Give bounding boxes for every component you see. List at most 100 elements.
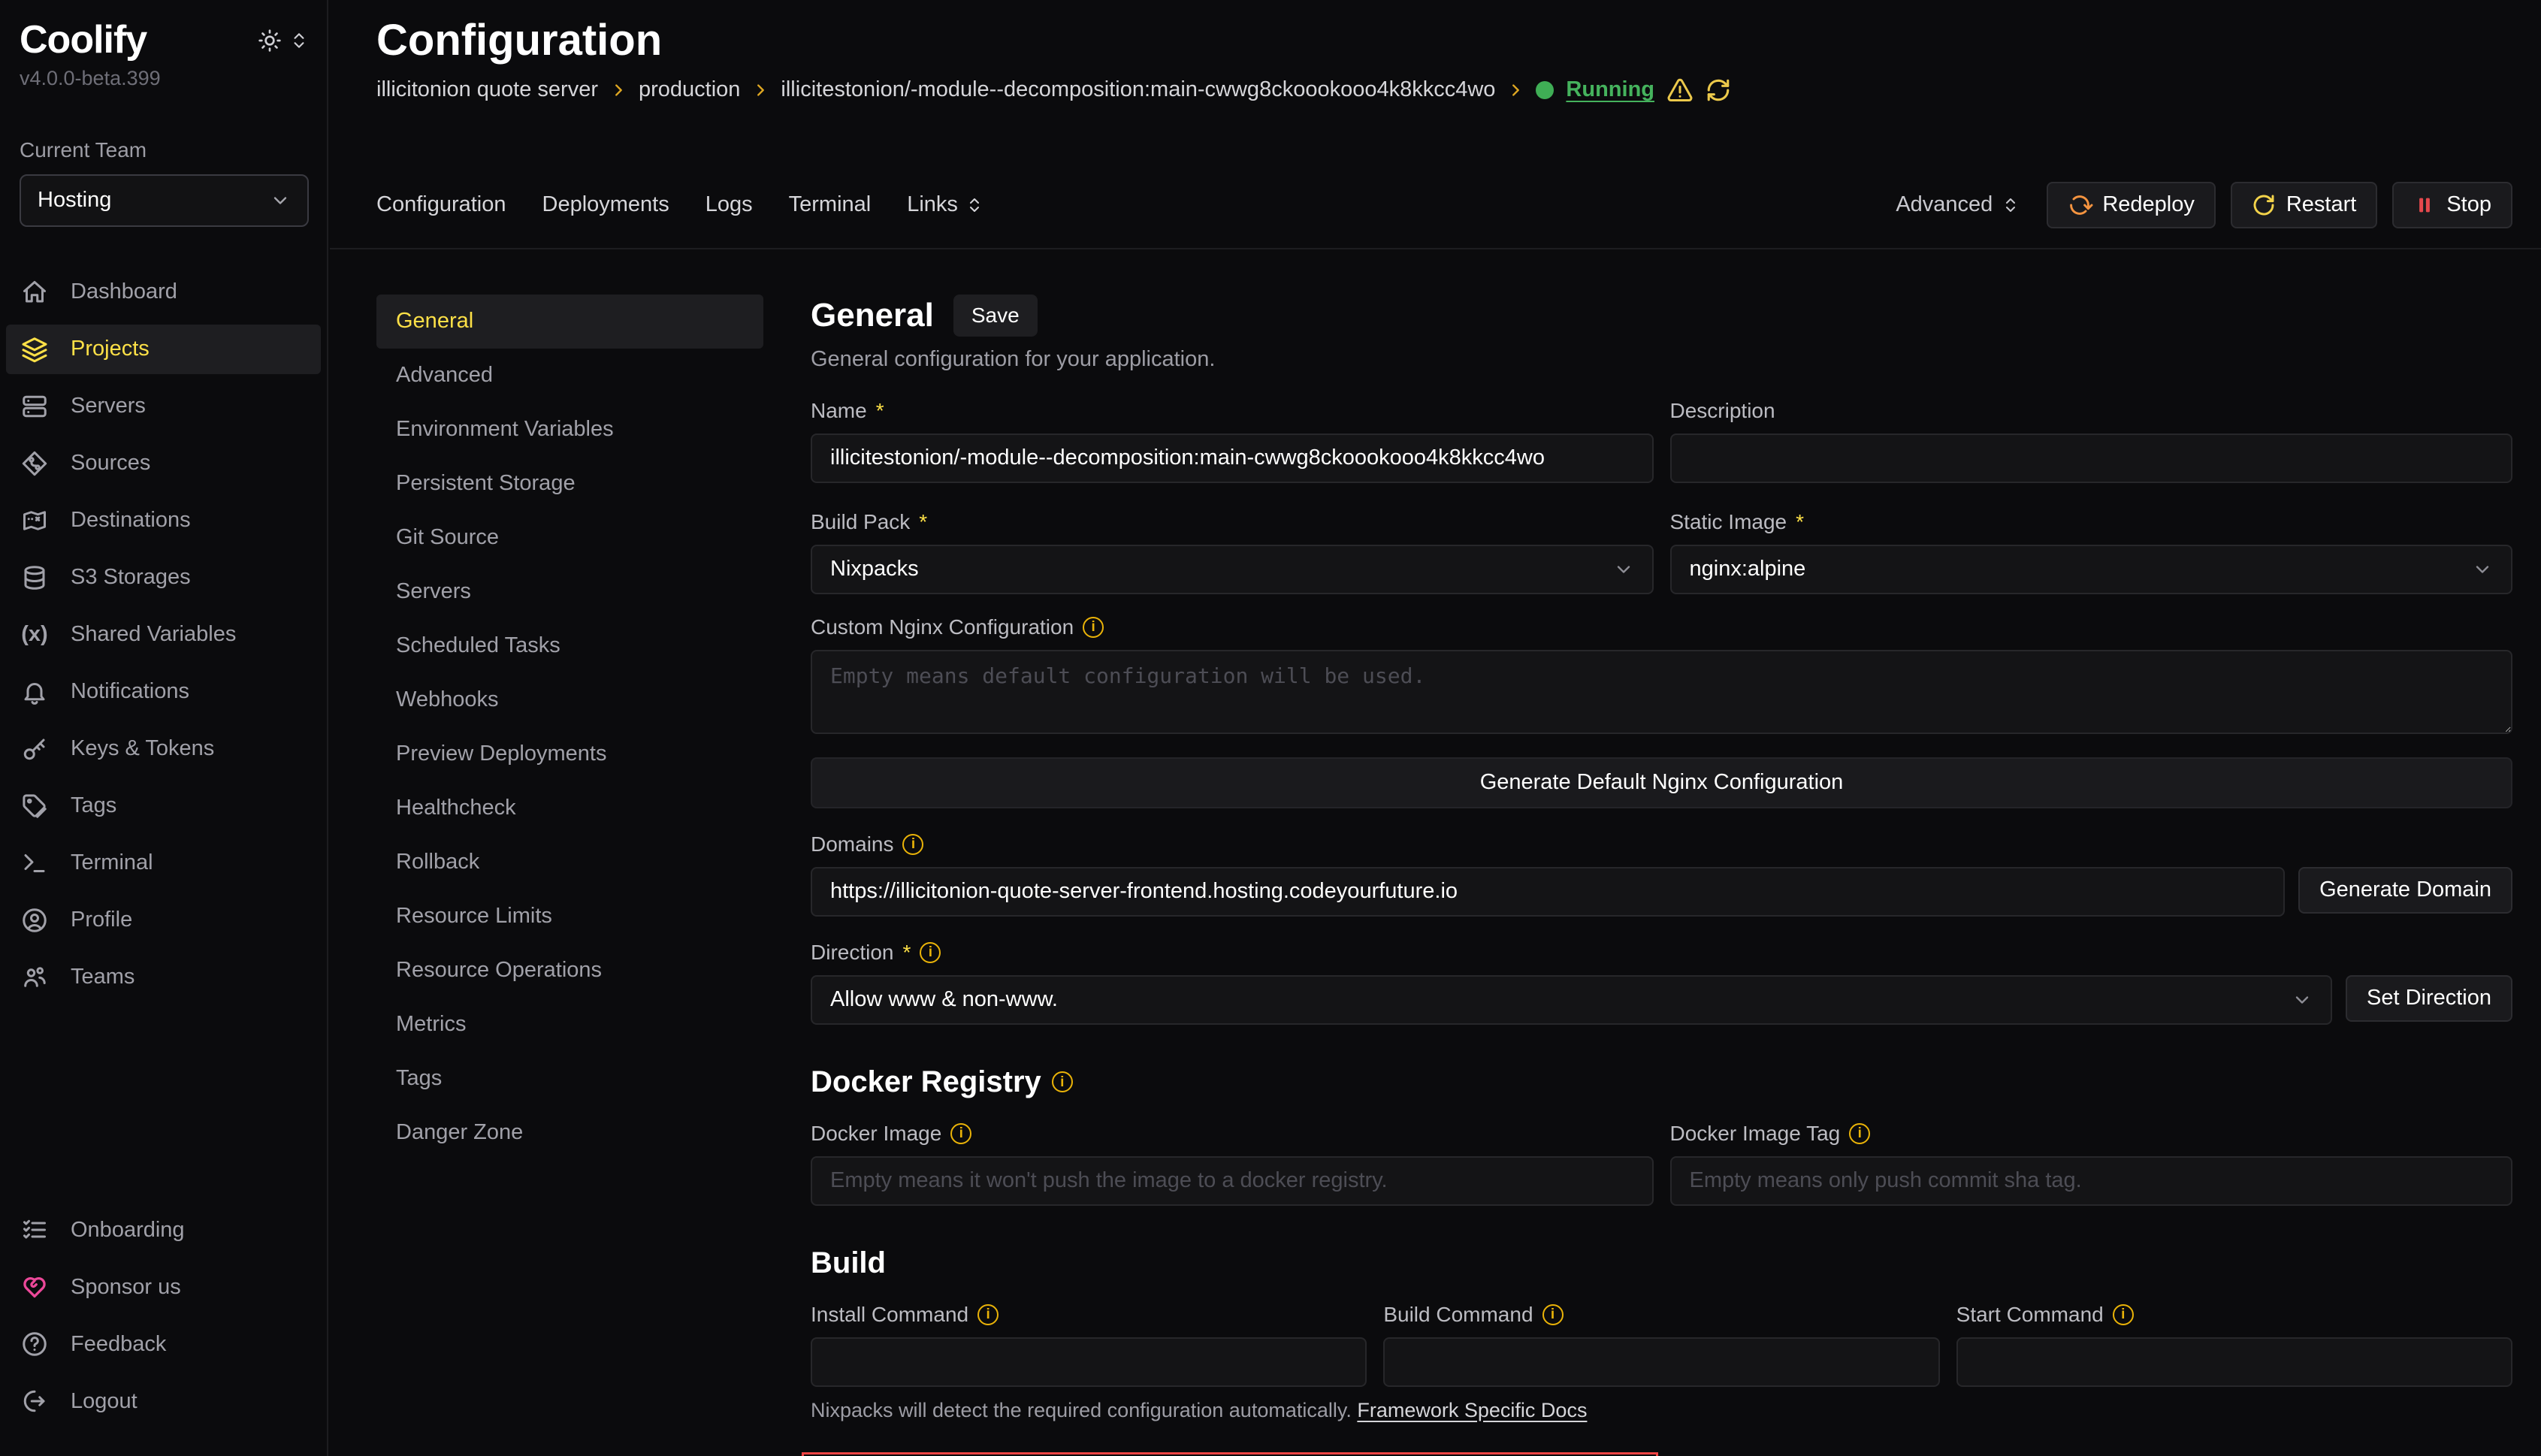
team-select[interactable]: Hosting [20,174,309,227]
sidebar-item-label: Tags [71,793,116,818]
submenu-danger-zone[interactable]: Danger Zone [376,1106,763,1160]
sidebar-item-sponsor-us[interactable]: Sponsor us [6,1262,321,1312]
info-icon[interactable]: i [1083,617,1104,638]
info-icon[interactable]: i [977,1304,999,1325]
install-command-input[interactable] [811,1337,1367,1387]
description-input[interactable] [1670,433,2513,483]
sidebar-item-shared-variables[interactable]: (x) Shared Variables [6,610,321,660]
submenu-general[interactable]: General [376,295,763,349]
sidebar-item-destinations[interactable]: Destinations [6,496,321,545]
user-circle-icon [21,907,48,934]
checklist-icon [21,1216,48,1243]
tab-links[interactable]: Links [907,192,983,217]
sidebar-item-onboarding[interactable]: Onboarding [6,1205,321,1255]
info-icon[interactable]: i [1849,1123,1870,1144]
info-icon[interactable]: i [1052,1071,1073,1092]
heart-icon [21,1273,48,1300]
theme-toggle-icon[interactable] [258,29,282,53]
submenu-servers[interactable]: Servers [376,565,763,619]
map-icon [21,507,48,534]
layers-icon [21,336,48,363]
info-icon[interactable]: i [1542,1304,1564,1325]
tab-deployments[interactable]: Deployments [542,192,669,217]
chevron-right-icon [752,82,769,98]
set-direction-button[interactable]: Set Direction [2346,975,2512,1022]
sidebar-item-profile[interactable]: Profile [6,896,321,945]
redeploy-button[interactable]: Redeploy [2047,182,2216,228]
sidebar-item-dashboard[interactable]: Dashboard [6,267,321,317]
submenu-healthcheck[interactable]: Healthcheck [376,781,763,835]
chevrons-updown-icon [965,196,983,214]
info-icon[interactable]: i [902,834,923,855]
sidebar-item-projects[interactable]: Projects [6,325,321,374]
submenu-metrics[interactable]: Metrics [376,998,763,1052]
info-icon[interactable]: i [2113,1304,2134,1325]
tab-configuration[interactable]: Configuration [376,192,506,217]
breadcrumb-environment[interactable]: production [639,77,740,102]
pause-icon [2413,194,2436,216]
refresh-status-icon[interactable] [1706,77,1731,103]
description-label: Description [1670,399,2513,423]
info-icon[interactable]: i [920,942,941,963]
nixpacks-note: Nixpacks will detect the required config… [811,1399,2512,1422]
build-pack-select[interactable]: Nixpacks [811,545,1654,594]
app-logo: Coolify [20,20,147,61]
sidebar-item-teams[interactable]: Teams [6,953,321,1002]
save-button[interactable]: Save [953,295,1038,337]
tab-terminal[interactable]: Terminal [789,192,872,217]
generate-nginx-config-button[interactable]: Generate Default Nginx Configuration [811,757,2512,808]
submenu-git-source[interactable]: Git Source [376,511,763,565]
start-command-input[interactable] [1956,1337,2512,1387]
submenu-advanced[interactable]: Advanced [376,349,763,403]
annotation-highlight-box [802,1452,1658,1456]
breadcrumb-application[interactable]: illicitestonion/-module--decomposition:m… [781,77,1495,102]
key-icon [21,736,48,763]
sidebar-item-servers[interactable]: Servers [6,382,321,431]
server-icon [21,393,48,420]
domains-input[interactable] [811,867,2285,917]
generate-domain-button[interactable]: Generate Domain [2298,867,2512,914]
section-subtitle: General configuration for your applicati… [811,347,2512,372]
status-running-link[interactable]: Running [1566,77,1654,102]
info-icon[interactable]: i [950,1123,971,1144]
static-image-select[interactable]: nginx:alpine [1670,545,2513,594]
advanced-dropdown[interactable]: Advanced [1896,192,2020,217]
warning-triangle-icon[interactable] [1666,77,1693,104]
submenu-scheduled-tasks[interactable]: Scheduled Tasks [376,619,763,673]
submenu-environment-variables[interactable]: Environment Variables [376,403,763,457]
restart-button[interactable]: Restart [2231,182,2377,228]
name-input[interactable] [811,433,1654,483]
chevron-right-icon [1507,82,1524,98]
framework-docs-link[interactable]: Framework Specific Docs [1357,1399,1587,1421]
build-pack-label: Build Pack* [811,510,1654,534]
submenu-tags[interactable]: Tags [376,1052,763,1106]
start-command-label: Start Command i [1956,1303,2512,1327]
custom-nginx-textarea[interactable] [811,650,2512,734]
chevrons-updown-icon[interactable] [289,31,309,50]
tab-logs[interactable]: Logs [705,192,753,217]
submenu-persistent-storage[interactable]: Persistent Storage [376,457,763,511]
sidebar-item-s3-storages[interactable]: S3 Storages [6,553,321,603]
docker-image-input[interactable] [811,1156,1654,1206]
submenu-resource-limits[interactable]: Resource Limits [376,890,763,944]
direction-select[interactable]: Allow www & non-www. [811,975,2332,1025]
submenu-resource-operations[interactable]: Resource Operations [376,944,763,998]
general-form: General Save General configuration for y… [811,295,2512,1456]
sidebar-item-tags[interactable]: Tags [6,781,321,831]
breadcrumb-project[interactable]: illicitonion quote server [376,77,598,102]
coolify-app: Coolify v4.0.0-beta.399 Current Team Hos… [0,0,2541,1456]
sidebar-item-notifications[interactable]: Notifications [6,667,321,717]
sidebar: Coolify v4.0.0-beta.399 Current Team Hos… [0,0,328,1456]
stop-button[interactable]: Stop [2392,182,2512,228]
sidebar-item-logout[interactable]: Logout [6,1376,321,1426]
submenu-webhooks[interactable]: Webhooks [376,673,763,727]
build-command-input[interactable] [1383,1337,1939,1387]
sidebar-item-feedback[interactable]: Feedback [6,1319,321,1369]
submenu-rollback[interactable]: Rollback [376,835,763,890]
sidebar-item-keys-tokens[interactable]: Keys & Tokens [6,724,321,774]
docker-image-tag-input[interactable] [1670,1156,2513,1206]
sidebar-item-sources[interactable]: Sources [6,439,321,488]
chevron-down-icon [270,190,291,211]
sidebar-item-terminal[interactable]: Terminal [6,838,321,888]
submenu-preview-deployments[interactable]: Preview Deployments [376,727,763,781]
